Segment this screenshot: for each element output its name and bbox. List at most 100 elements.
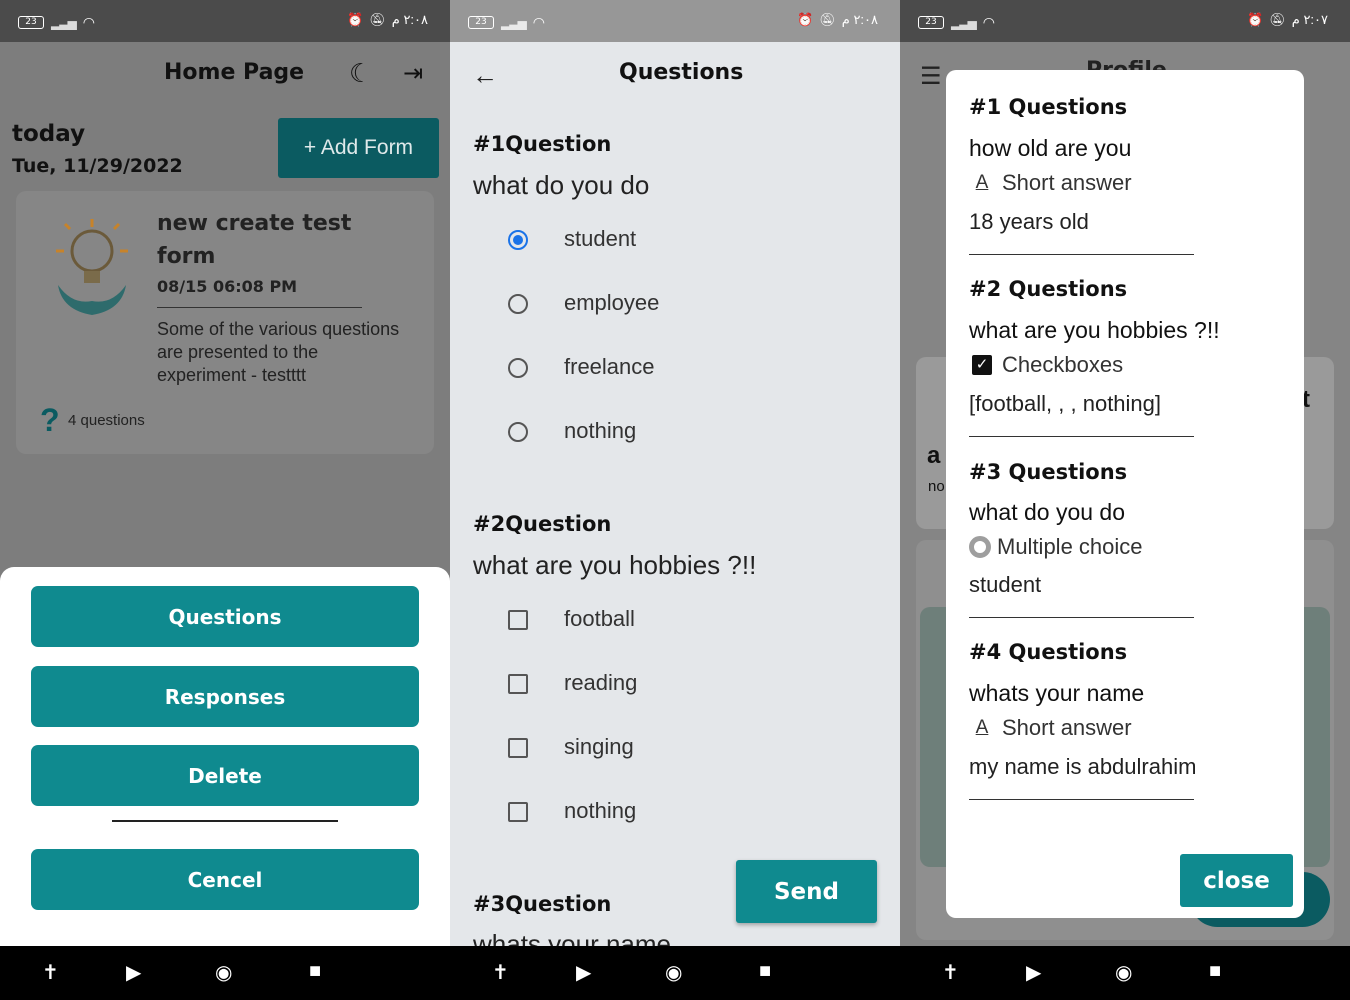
- checkbox-icon[interactable]: [508, 674, 528, 694]
- responses-button[interactable]: Responses: [31, 666, 419, 727]
- background-text: no: [928, 478, 945, 495]
- form-title: new create test form: [157, 211, 352, 269]
- logout-icon[interactable]: ⇥: [403, 59, 423, 88]
- dark-mode-icon[interactable]: ☾: [349, 58, 372, 89]
- page-title: Questions: [619, 60, 744, 85]
- back-nav-icon[interactable]: ▶: [126, 960, 141, 985]
- status-time: ٢:٠٧ م: [1291, 12, 1328, 27]
- alarm-icon: ⏰: [797, 12, 814, 27]
- question-text: what are you hobbies ?!!: [969, 317, 1220, 343]
- add-form-button[interactable]: + Add Form: [278, 118, 439, 178]
- page-title: Home Page: [164, 60, 305, 85]
- radio-option[interactable]: freelance: [508, 354, 655, 379]
- status-bar: 23 ▂▃▅ ◠ ⏰ 🔕︎ ٢:٠٨ م: [450, 0, 900, 42]
- question-count: 4 questions: [68, 412, 145, 429]
- alarm-icon: ⏰: [347, 12, 364, 27]
- radio-icon[interactable]: [508, 422, 528, 442]
- home-nav-icon[interactable]: ◉: [1115, 960, 1132, 985]
- questions-button[interactable]: Questions: [31, 586, 419, 647]
- checkbox-icon[interactable]: [508, 802, 528, 822]
- question-type: ✓ Checkboxes: [972, 352, 1123, 378]
- recent-apps-icon[interactable]: ■: [759, 960, 771, 983]
- answer-text: student: [969, 572, 1042, 597]
- system-nav-bar: ✝ ▶ ◉ ■: [0, 946, 450, 1000]
- menu-icon[interactable]: ☰: [920, 62, 942, 91]
- back-nav-icon[interactable]: ▶: [576, 960, 591, 985]
- form-description: Some of the various questions are presen…: [157, 319, 400, 385]
- status-time: ٢:٠٨ م: [841, 12, 878, 27]
- accessibility-icon[interactable]: ✝: [42, 960, 59, 985]
- checkbox-option[interactable]: football: [508, 606, 635, 631]
- send-button[interactable]: Send: [736, 860, 877, 923]
- signal-icon: ▂▃▅: [951, 15, 977, 30]
- close-button[interactable]: close: [1180, 854, 1293, 907]
- profile-screen: 23 ▂▃▅ ◠ ⏰ 🔕︎ ٢:٠٧ م ☰ Profile a no t #1…: [900, 0, 1350, 1000]
- accessibility-icon[interactable]: ✝: [492, 960, 509, 985]
- today-label: today: [12, 121, 86, 147]
- alarm-icon: ⏰: [1247, 12, 1264, 27]
- home-nav-icon[interactable]: ◉: [215, 960, 232, 985]
- checkbox-icon[interactable]: [508, 738, 528, 758]
- checkbox-option[interactable]: nothing: [508, 798, 636, 823]
- checkbox-option[interactable]: singing: [508, 734, 634, 759]
- short-answer-icon: A: [975, 172, 989, 193]
- radio-icon: [969, 536, 991, 558]
- wifi-icon: ◠: [532, 14, 545, 30]
- home-nav-icon[interactable]: ◉: [665, 960, 682, 985]
- divider: [969, 799, 1194, 800]
- question-heading: #2 Questions: [969, 277, 1128, 301]
- question-type: A Short answer: [972, 170, 1132, 196]
- question-text: what do you do: [969, 499, 1126, 525]
- divider: [969, 617, 1194, 618]
- radio-option[interactable]: employee: [508, 290, 659, 315]
- question-heading: #3 Questions: [969, 460, 1128, 484]
- radio-icon[interactable]: [508, 358, 528, 378]
- back-arrow-icon[interactable]: ←: [472, 60, 498, 91]
- checkbox-icon[interactable]: [508, 610, 528, 630]
- background-text: a: [927, 442, 941, 469]
- current-date: Tue, 11/29/2022: [12, 155, 183, 177]
- question-type: A Short answer: [972, 715, 1132, 741]
- answer-text: 18 years old: [969, 209, 1089, 234]
- bottom-sheet: Questions Responses Delete Cencel: [0, 567, 450, 946]
- status-bar: 23 ▂▃▅ ◠ ⏰ 🔕︎ ٢:٠٧ م: [900, 0, 1350, 42]
- battery-icon: 23: [468, 16, 494, 29]
- radio-option[interactable]: nothing: [508, 418, 636, 443]
- wifi-icon: ◠: [82, 14, 95, 30]
- question-heading: #2Question: [473, 512, 612, 536]
- question-heading: #1Question: [473, 132, 612, 156]
- form-card[interactable]: new create test form 08/15 06:08 PM Some…: [16, 191, 434, 454]
- mute-icon: 🔕︎: [369, 12, 386, 27]
- answer-text: my name is abdulrahim: [969, 754, 1197, 779]
- system-nav-bar: ✝ ▶ ◉ ■: [450, 946, 900, 1000]
- question-text: what do you do: [473, 170, 650, 200]
- question-heading: #1 Questions: [969, 95, 1128, 119]
- divider: [969, 436, 1194, 437]
- question-text: whats your name: [473, 930, 671, 946]
- divider: [157, 307, 362, 308]
- divider: [112, 820, 338, 822]
- signal-icon: ▂▃▅: [51, 15, 77, 30]
- back-nav-icon[interactable]: ▶: [1026, 960, 1041, 985]
- cancel-button[interactable]: Cencel: [31, 849, 419, 910]
- question-text: what are you hobbies ?!!: [473, 550, 757, 580]
- status-time: ٢:٠٨ م: [391, 12, 428, 27]
- accessibility-icon[interactable]: ✝: [942, 960, 959, 985]
- radio-selected-icon[interactable]: [508, 230, 528, 250]
- page-title: Profile: [1086, 58, 1167, 70]
- divider: [969, 254, 1194, 255]
- checkbox-option[interactable]: reading: [508, 670, 637, 695]
- answer-text: [football, , , nothing]: [969, 391, 1162, 416]
- questions-screen: 23 ▂▃▅ ◠ ⏰ 🔕︎ ٢:٠٨ م ← Questions #1Quest…: [450, 0, 900, 1000]
- checkbox-checked-icon: ✓: [972, 355, 992, 375]
- system-nav-bar: ✝ ▶ ◉ ■: [900, 946, 1350, 1000]
- question-type: Multiple choice: [969, 534, 1143, 560]
- radio-option[interactable]: student: [508, 226, 636, 251]
- delete-button[interactable]: Delete: [31, 745, 419, 806]
- recent-apps-icon[interactable]: ■: [309, 960, 321, 983]
- radio-icon[interactable]: [508, 294, 528, 314]
- recent-apps-icon[interactable]: ■: [1209, 960, 1221, 983]
- form-datetime: 08/15 06:08 PM: [157, 277, 298, 296]
- question-heading: #3Question: [473, 892, 612, 916]
- mute-icon: 🔕︎: [819, 12, 836, 27]
